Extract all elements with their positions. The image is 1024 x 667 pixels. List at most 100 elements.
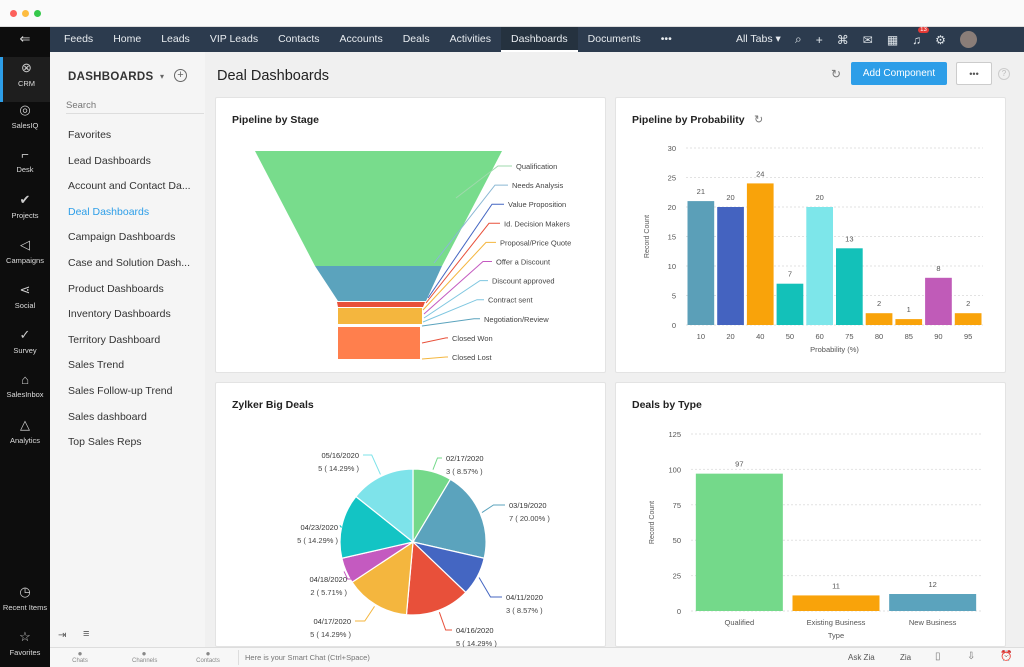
- nav-tab-home[interactable]: Home: [103, 27, 151, 52]
- bar: [806, 207, 833, 325]
- zia-button[interactable]: Zia: [900, 653, 911, 662]
- app-survey[interactable]: ✓ Survey: [0, 327, 50, 355]
- sidebar-item[interactable]: Sales Trend: [68, 359, 124, 371]
- bar: [776, 283, 804, 325]
- x-tick-label: 40: [756, 332, 764, 341]
- collapse-sidebar-icon[interactable]: ⇥: [58, 630, 66, 641]
- pie-slice-label: 04/11/2020: [506, 593, 543, 602]
- y-axis-label: Record Count: [649, 501, 656, 544]
- calendar-icon[interactable]: ▦: [887, 33, 898, 47]
- bottom-channels-button[interactable]: ● Channels: [132, 649, 157, 664]
- app-crm[interactable]: ⊗ CRM: [0, 57, 50, 102]
- add-component-button[interactable]: Add Component: [851, 62, 947, 85]
- plus-icon[interactable]: +: [816, 33, 823, 47]
- funnel-stage-label: Value Proposition: [508, 200, 566, 209]
- funnel-leader-line: [421, 318, 480, 327]
- nav-tab--[interactable]: •••: [651, 27, 682, 52]
- x-tick-label: 85: [905, 332, 913, 341]
- more-options-button[interactable]: •••: [956, 62, 992, 85]
- app-label: CRM: [17, 79, 36, 88]
- nav-tab-deals[interactable]: Deals: [393, 27, 440, 52]
- x-axis-label: Probability (%): [810, 345, 859, 354]
- add-dashboard-icon[interactable]: +: [174, 69, 187, 82]
- sidebar-item[interactable]: Territory Dashboard: [68, 334, 160, 346]
- sidebar-item[interactable]: Deal Dashboards: [68, 206, 149, 218]
- nav-tab-activities[interactable]: Activities: [440, 27, 501, 52]
- download-icon[interactable]: ⇩: [967, 651, 975, 662]
- app-label: Campaigns: [6, 256, 44, 265]
- app-campaigns[interactable]: ◁ Campaigns: [0, 237, 50, 265]
- pie-slice-label: 04/16/2020: [456, 626, 494, 635]
- sidebar-item[interactable]: Lead Dashboards: [68, 155, 151, 167]
- favorites-button[interactable]: ☆ Favorites: [0, 629, 50, 657]
- nav-tab-contacts[interactable]: Contacts: [268, 27, 329, 52]
- bar: [792, 595, 880, 611]
- mail-icon[interactable]: ✉: [863, 33, 873, 47]
- nav-tab-dashboards[interactable]: Dashboards: [501, 27, 578, 52]
- y-tick-label: 30: [668, 144, 676, 153]
- sidebar-item[interactable]: Sales dashboard: [68, 411, 147, 423]
- sidebar-item[interactable]: Favorites: [68, 129, 111, 141]
- avatar[interactable]: [959, 31, 977, 48]
- alarm-icon[interactable]: ⏰: [1000, 651, 1012, 662]
- funnel-segment: [315, 266, 442, 301]
- salesiq-icon: ◎: [19, 102, 31, 117]
- sidebar-item[interactable]: Inventory Dashboards: [68, 308, 171, 320]
- pie-chart: 02/17/2020 3 ( 8.57% ) 03/19/2020 7 ( 20.00…: [297, 451, 550, 648]
- collapse-menu-icon[interactable]: ⇐: [0, 31, 50, 47]
- search-icon[interactable]: ⌕: [795, 32, 802, 47]
- maximize-window-button[interactable]: [34, 10, 41, 17]
- sidebar-item[interactable]: Case and Solution Dash...: [68, 257, 190, 269]
- y-tick-label: 25: [668, 174, 676, 183]
- funnel-stage-label: Negotiation/Review: [484, 315, 549, 324]
- recent-items-button[interactable]: ◷ Recent Items: [0, 584, 50, 612]
- nav-tab-accounts[interactable]: Accounts: [330, 27, 393, 52]
- pie-slice-value: 5 ( 14.29% ): [297, 536, 338, 545]
- document-icon[interactable]: ▯: [935, 651, 941, 662]
- sidebar-item[interactable]: Top Sales Reps: [68, 436, 142, 448]
- sort-list-icon[interactable]: ≡: [83, 628, 89, 640]
- clock-icon: ◷: [19, 584, 31, 599]
- app-label: Projects: [11, 211, 39, 220]
- app-desk[interactable]: ⌐ Desk: [0, 147, 50, 174]
- pie-slice-label: 03/19/2020: [509, 501, 547, 510]
- sidebar-item[interactable]: Sales Follow-up Trend: [68, 385, 172, 397]
- bottom-contacts-button[interactable]: ● Contacts: [196, 649, 220, 664]
- nav-tab-documents[interactable]: Documents: [578, 27, 651, 52]
- contacts-icon: ●: [205, 649, 211, 658]
- crm-icon: ⊗: [21, 60, 32, 75]
- bar: [925, 277, 952, 325]
- y-tick-label: 50: [673, 536, 681, 545]
- nav-tab-feeds[interactable]: Feeds: [54, 27, 103, 52]
- bottom-label: Chats: [72, 658, 88, 664]
- nav-tab-leads[interactable]: Leads: [151, 27, 200, 52]
- refresh-icon[interactable]: ↻: [831, 67, 841, 81]
- gear-icon[interactable]: ⚙: [935, 33, 946, 47]
- ask-zia-button[interactable]: Ask Zia: [848, 653, 875, 662]
- smart-chat-input[interactable]: [238, 650, 638, 665]
- app-analytics[interactable]: △ Analytics: [0, 417, 50, 445]
- chevron-down-icon[interactable]: ▾: [160, 72, 164, 81]
- app-social[interactable]: ⋖ Social: [0, 282, 50, 310]
- minimize-window-button[interactable]: [22, 10, 29, 17]
- sidebar-item[interactable]: Product Dashboards: [68, 283, 164, 295]
- survey-icon: ✓: [19, 327, 31, 342]
- pie-leader-line: [355, 606, 375, 622]
- app-projects[interactable]: ✔ Projects: [0, 192, 50, 220]
- probability-bar-chart: 0 5 10 15 20 25 30 21 10 20 20 24 40 7 50 20 60 13 75 2 80 1 8…: [644, 144, 983, 354]
- nav-tab-vip-leads[interactable]: VIP Leads: [200, 27, 268, 52]
- help-icon[interactable]: ?: [998, 68, 1010, 80]
- funnel-stage-label: Id. Decision Makers: [504, 219, 570, 228]
- sidebar-item[interactable]: Account and Contact Da...: [68, 180, 191, 192]
- app-salesiq[interactable]: ◎ SalesIQ: [0, 102, 50, 130]
- all-tabs-dropdown[interactable]: All Tabs ▾: [726, 27, 791, 52]
- star-icon: ☆: [19, 629, 31, 644]
- sidebar-search-input[interactable]: [66, 98, 204, 114]
- gamepad-icon[interactable]: ⌘: [837, 33, 849, 47]
- bottom-chats-button[interactable]: ● Chats: [68, 649, 92, 664]
- funnel-stage-label: Closed Won: [452, 334, 493, 343]
- sidebar-item[interactable]: Campaign Dashboards: [68, 231, 175, 243]
- close-window-button[interactable]: [10, 10, 17, 17]
- app-salesinbox[interactable]: ⌂ SalesInbox: [0, 372, 50, 399]
- bell-icon[interactable]: ♫ 13: [912, 26, 929, 47]
